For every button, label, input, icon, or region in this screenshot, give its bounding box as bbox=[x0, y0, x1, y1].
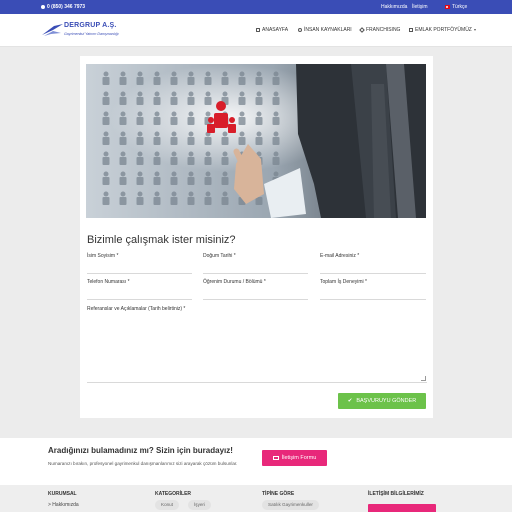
contact-form-button[interactable]: İletişim Formu bbox=[262, 450, 327, 466]
nav-home[interactable]: ANASAYFA bbox=[256, 27, 288, 33]
logo-mark-icon bbox=[42, 24, 63, 36]
building-icon bbox=[409, 27, 413, 32]
site-header: DERGRUP A.Ş. Gayrimenkul Yatırım Danışma… bbox=[0, 14, 512, 47]
logo-tagline: Gayrimenkul Yatırım Danışmanlığı bbox=[64, 32, 119, 36]
footer-link-about[interactable]: > Hakkımızda bbox=[48, 502, 79, 508]
people-icon bbox=[298, 27, 302, 32]
email-input[interactable] bbox=[320, 273, 426, 274]
field-label-references: Referanslar ve Açıklamalar (Tarih belirt… bbox=[87, 306, 186, 312]
form-title: Bizimle çalışmak ister misiniz? bbox=[87, 234, 236, 246]
field-label-birthdate: Doğum Tarihi * bbox=[203, 253, 236, 259]
franchise-icon bbox=[359, 26, 365, 33]
birthdate-input[interactable] bbox=[203, 273, 308, 274]
checkmark-icon: ✔ bbox=[347, 398, 353, 404]
nav-property-portfolio[interactable]: EMLAK PORTFÖYÜMÜZ bbox=[409, 27, 476, 33]
footer-heading-by-type: TİPİNE GÖRE bbox=[262, 491, 295, 497]
field-label-phone: Telefon Numarası * bbox=[87, 279, 130, 285]
education-input[interactable] bbox=[203, 299, 308, 300]
site-logo[interactable]: DERGRUP A.Ş. Gayrimenkul Yatırım Danışma… bbox=[41, 21, 141, 41]
footer-contact-button[interactable] bbox=[368, 504, 436, 512]
businessman-network-illustration bbox=[86, 64, 426, 218]
phone-number[interactable]: 0 (850) 346 7973 bbox=[41, 4, 85, 10]
chevron-down-icon bbox=[473, 28, 476, 31]
footer-tag-workplace[interactable]: İşyeri bbox=[188, 500, 211, 510]
topbar-link-about[interactable]: Hakkımızda bbox=[381, 4, 407, 10]
phone-input[interactable] bbox=[87, 299, 192, 300]
experience-input[interactable] bbox=[320, 299, 426, 300]
language-selector[interactable]: Türkçe bbox=[445, 4, 467, 10]
hero-image bbox=[86, 64, 426, 218]
cta-title: Aradığınızı bulamadınız mı? Sizin için b… bbox=[48, 446, 233, 455]
application-card: Bizimle çalışmak ister misiniz? İsim Soy… bbox=[80, 56, 433, 418]
nav-franchising[interactable]: FRANCHISING bbox=[359, 26, 400, 33]
topbar-link-contact[interactable]: İletişim bbox=[412, 4, 428, 10]
phone-icon bbox=[41, 4, 45, 9]
field-label-name: İsim Soyisim * bbox=[87, 253, 119, 259]
logo-name: DERGRUP A.Ş. bbox=[64, 22, 117, 29]
nav-human-resources[interactable]: İNSAN KAYNAKLARI bbox=[298, 27, 352, 33]
home-icon bbox=[256, 27, 260, 32]
field-label-education: Öğrenim Durumu / Bölümü * bbox=[203, 279, 266, 285]
cta-description: Numaranızı bırakın, profesyonel gayrimen… bbox=[48, 461, 238, 466]
name-input[interactable] bbox=[87, 273, 192, 274]
contact-cta-band: Aradığınızı bulamadınız mı? Sizin için b… bbox=[0, 438, 512, 485]
resize-handle-icon[interactable] bbox=[421, 376, 426, 381]
field-label-experience: Toplam İş Deneyimi * bbox=[320, 279, 367, 285]
footer-heading-contact-info: İLETİŞİM BİLGİLERİMİZ bbox=[368, 491, 424, 497]
field-label-email: E-mail Adresiniz * bbox=[320, 253, 360, 259]
footer-heading-corporate: KURUMSAL bbox=[48, 491, 77, 497]
footer-tag-housing[interactable]: Konut bbox=[155, 500, 180, 510]
site-footer: KURUMSAL > Hakkımızda KATEGORİLER Konut … bbox=[0, 485, 512, 512]
footer-tag-for-sale[interactable]: Satılık Gayrimenkuller bbox=[262, 500, 319, 510]
envelope-icon bbox=[272, 455, 279, 460]
references-textarea[interactable] bbox=[87, 315, 427, 383]
submit-application-button[interactable]: ✔ BAŞVURUYU GÖNDER bbox=[338, 393, 426, 409]
footer-heading-categories: KATEGORİLER bbox=[155, 491, 192, 497]
turkey-flag-icon bbox=[445, 4, 450, 9]
top-bar: 0 (850) 346 7973 Hakkımızda İletişim Tür… bbox=[0, 0, 512, 14]
